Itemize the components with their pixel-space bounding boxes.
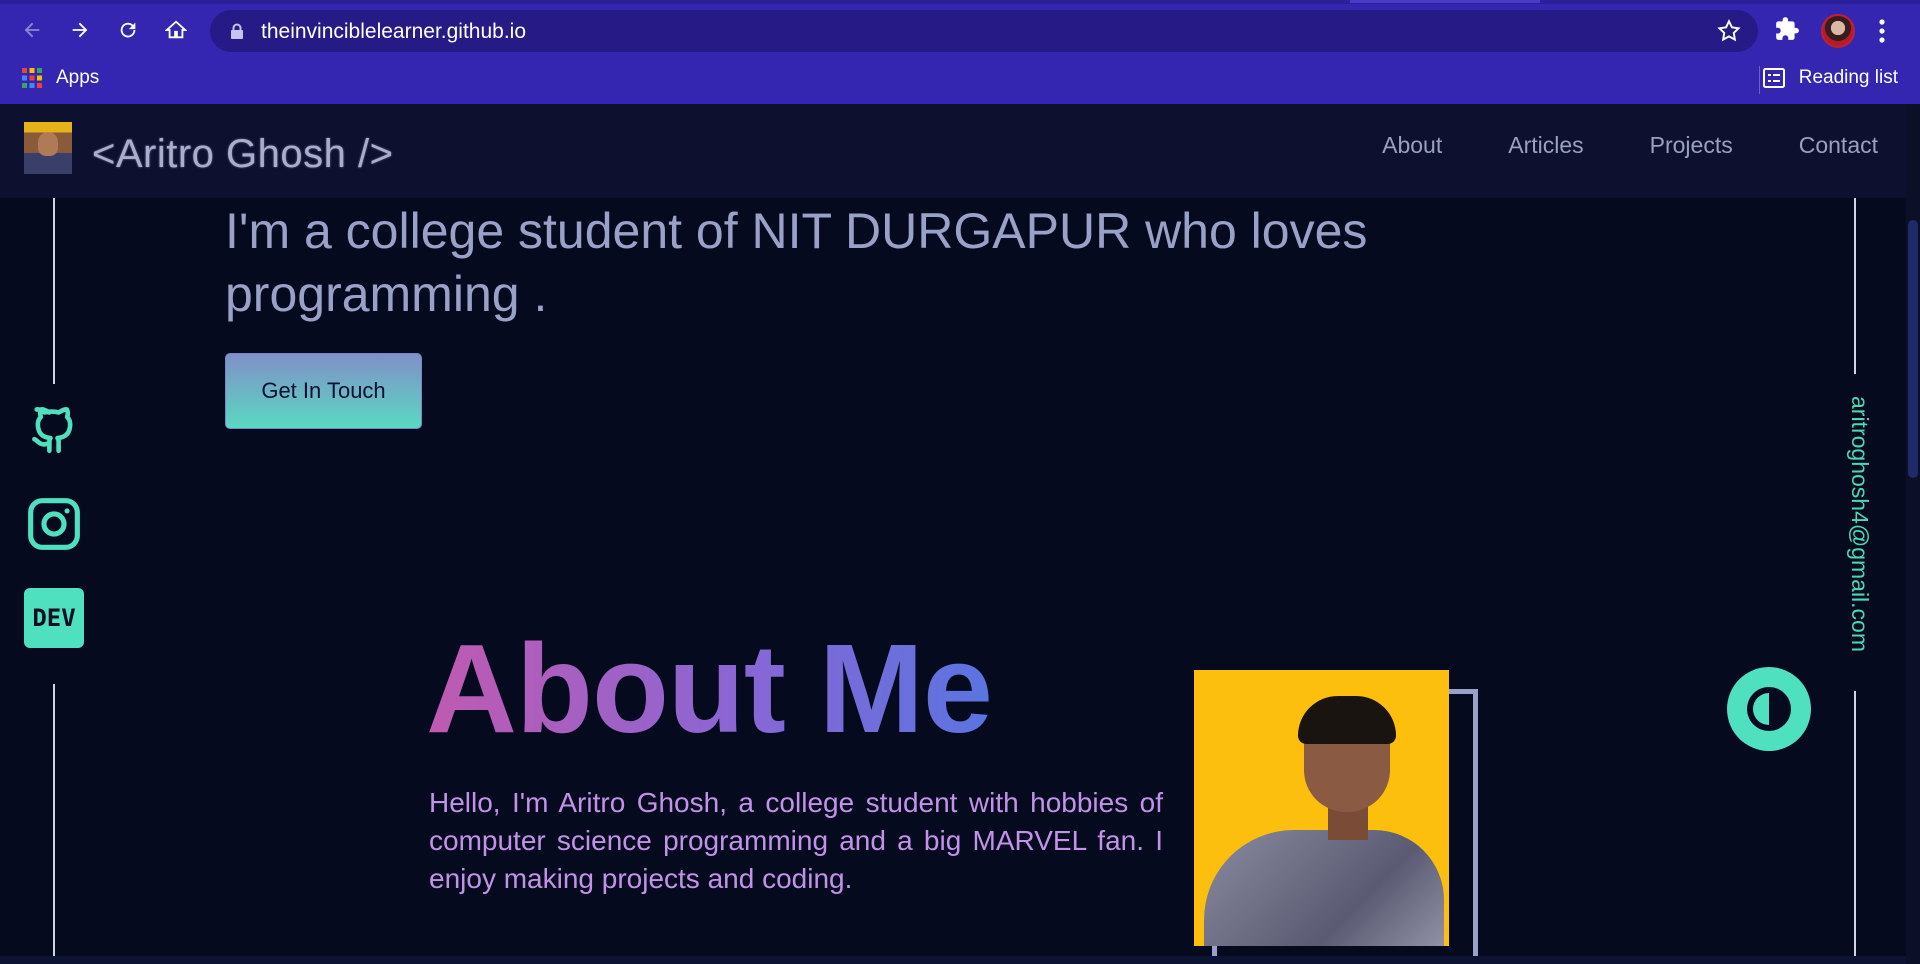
get-in-touch-button[interactable]: Get In Touch xyxy=(225,353,422,429)
page-scrollbar[interactable] xyxy=(1906,104,1920,964)
reading-list-label: Reading list xyxy=(1798,67,1898,88)
instagram-link[interactable] xyxy=(24,494,84,554)
about-heading: About Me xyxy=(426,614,993,764)
forward-button[interactable] xyxy=(62,12,98,48)
email-text: aritroghosh4@gmail.com xyxy=(1847,396,1873,653)
dev-to-link[interactable]: DEV xyxy=(24,588,84,648)
right-rail-line-top xyxy=(1854,198,1856,374)
lock-icon xyxy=(231,23,243,39)
site-header: <Aritro Ghosh /> About Articles Projects… xyxy=(0,104,1906,198)
bookmark-star-icon[interactable] xyxy=(1716,18,1742,44)
apps-grid-icon xyxy=(22,68,42,88)
arrow-right-icon xyxy=(72,22,88,38)
left-rail-line-top xyxy=(53,198,55,384)
browser-chrome: theinvinciblelearner.github.io Apps Read… xyxy=(0,0,1920,104)
instagram-icon xyxy=(28,498,80,550)
github-link[interactable] xyxy=(24,400,84,460)
reload-icon xyxy=(120,22,136,38)
bottom-edge xyxy=(0,956,1920,964)
left-rail-line-bottom xyxy=(53,684,55,964)
extensions-puzzle-icon[interactable] xyxy=(1774,16,1800,42)
theme-toggle-button[interactable] xyxy=(1727,667,1811,751)
hero-tagline: I'm a college student of NIT DURGAPUR wh… xyxy=(225,203,1368,322)
nav-contact[interactable]: Contact xyxy=(1799,132,1878,159)
brand-logo-image[interactable] xyxy=(24,122,72,174)
bookmarks-divider xyxy=(1759,66,1760,94)
active-tab-indicator xyxy=(1350,0,1540,3)
more-menu-icon[interactable] xyxy=(1878,18,1886,44)
arrow-left-icon xyxy=(24,22,40,38)
right-rail-line-bottom xyxy=(1854,691,1856,964)
github-icon xyxy=(32,407,73,454)
scrollbar-thumb[interactable] xyxy=(1908,220,1918,478)
reload-button[interactable] xyxy=(110,12,146,48)
nav-about[interactable]: About xyxy=(1382,132,1442,159)
nav-articles[interactable]: Articles xyxy=(1508,132,1583,159)
back-button[interactable] xyxy=(14,12,50,48)
bookmarks-bar: Apps Reading list xyxy=(0,56,1920,104)
url-text: theinvinciblelearner.github.io xyxy=(261,20,527,43)
home-icon xyxy=(165,20,187,39)
page-viewport: DEV aritroghosh4@gmail.com I'm a college… xyxy=(0,104,1920,964)
reading-list-icon xyxy=(1762,68,1785,88)
apps-label: Apps xyxy=(56,67,100,88)
home-button[interactable] xyxy=(158,12,194,48)
main-nav: About Articles Projects Contact xyxy=(1382,132,1878,159)
email-link[interactable]: aritroghosh4@gmail.com xyxy=(1840,396,1880,676)
reading-list-button[interactable]: Reading list xyxy=(1762,67,1898,89)
apps-shortcut[interactable]: Apps xyxy=(22,67,99,89)
nav-projects[interactable]: Projects xyxy=(1650,132,1733,159)
brand-name[interactable]: <Aritro Ghosh /> xyxy=(92,132,393,177)
address-bar[interactable]: theinvinciblelearner.github.io xyxy=(210,10,1758,52)
contrast-icon xyxy=(1747,687,1791,731)
about-description: Hello, I'm Aritro Ghosh, a college stude… xyxy=(429,787,1163,894)
profile-avatar[interactable] xyxy=(1821,14,1855,48)
profile-photo xyxy=(1194,670,1449,946)
browser-toolbar: theinvinciblelearner.github.io xyxy=(0,4,1920,56)
